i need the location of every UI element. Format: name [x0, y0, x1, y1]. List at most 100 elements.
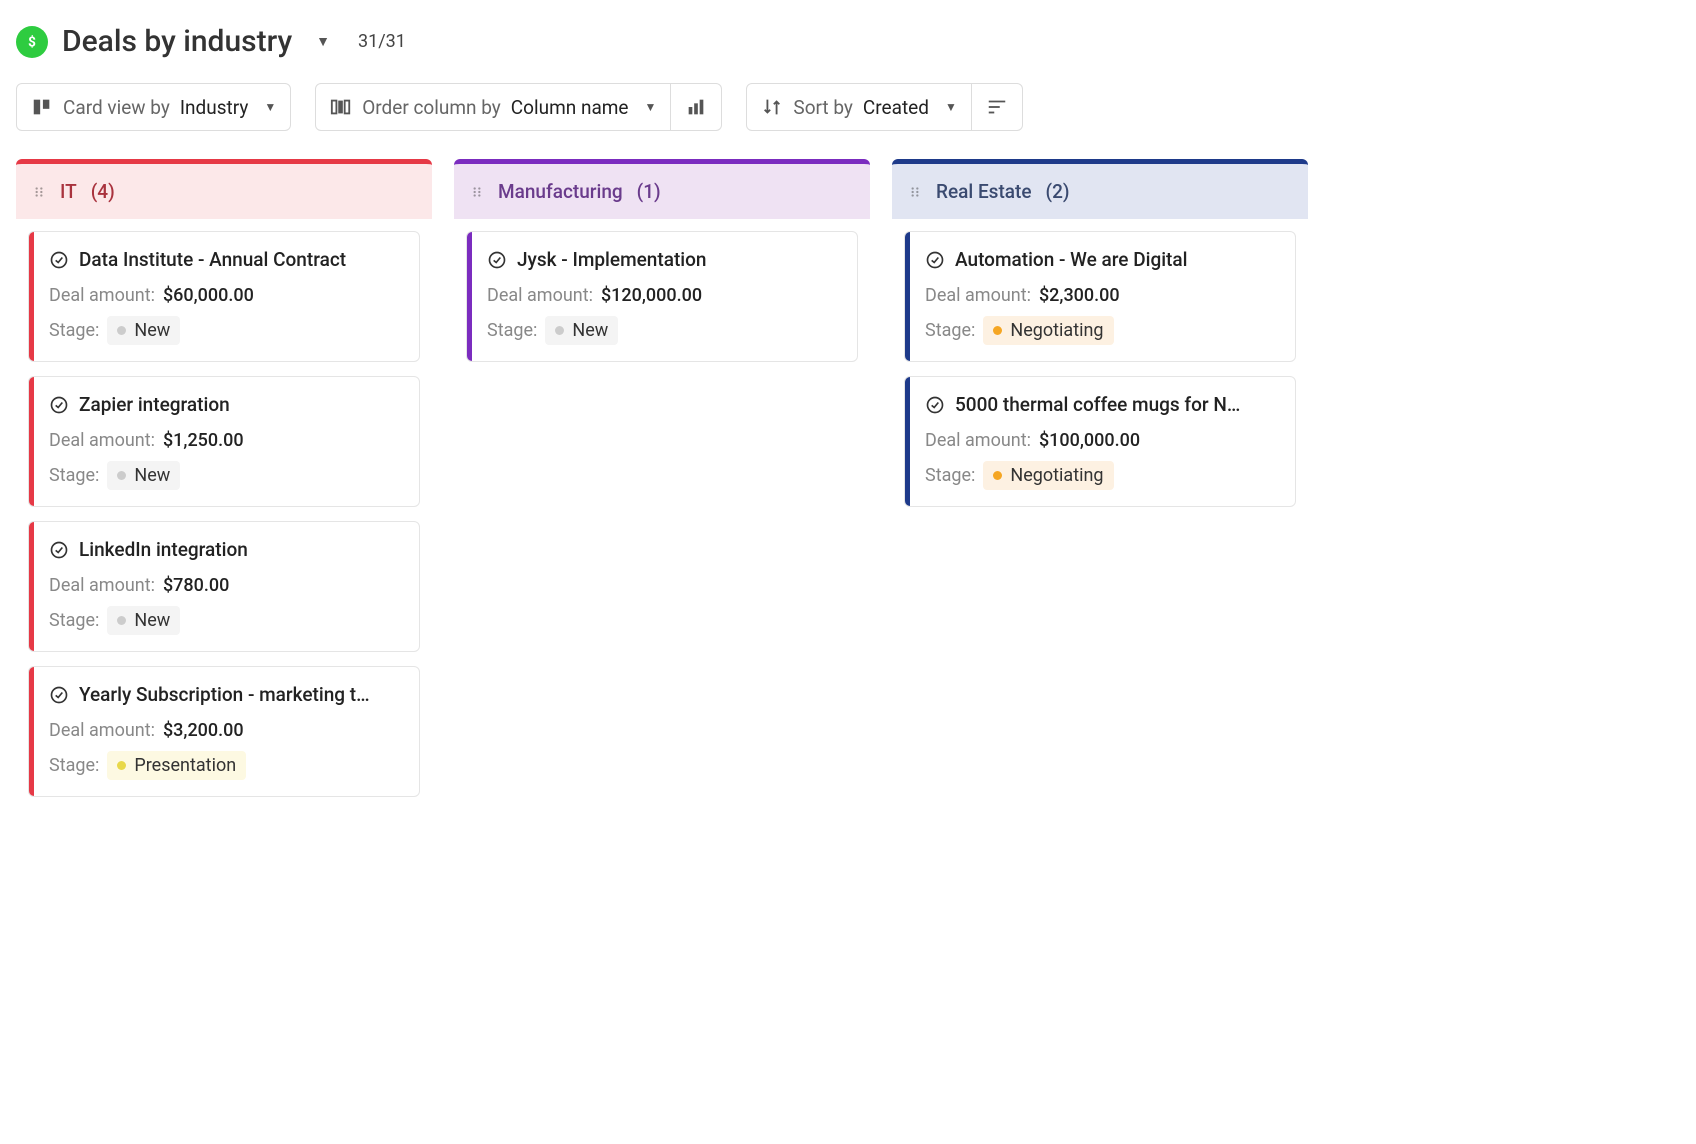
card-view-value: Industry — [180, 96, 248, 119]
stage-pill: New — [107, 461, 180, 490]
sort-value: Created — [863, 96, 929, 119]
column-header[interactable]: Real Estate (2) — [892, 159, 1308, 219]
deal-card[interactable]: Yearly Subscription - marketing t… Deal a… — [28, 666, 420, 797]
column-title: Real Estate — [936, 180, 1032, 203]
toolbar: Card view by Industry ▼ Order column by … — [16, 83, 1680, 131]
column-mfg: Manufacturing(1) Jysk - Implementation Dea… — [454, 159, 870, 374]
deal-card[interactable]: Automation - We are Digital Deal amount: … — [904, 231, 1296, 362]
deal-amount-label: Deal amount: — [49, 285, 155, 306]
card-title: Automation - We are Digital — [955, 248, 1187, 271]
chart-toggle[interactable] — [671, 83, 722, 131]
stage-dot-icon — [117, 326, 126, 335]
deal-amount-field: Deal amount: $100,000.00 — [925, 430, 1279, 451]
columns-icon — [330, 96, 352, 118]
card-title: Zapier integration — [79, 393, 230, 416]
stage-value: Negotiating — [1010, 465, 1103, 486]
column-count: (1) — [637, 180, 661, 203]
stage-dot-icon — [555, 326, 564, 335]
stage-label: Stage: — [925, 465, 975, 486]
card-title-row: LinkedIn integration — [49, 538, 403, 561]
sort-desc-icon — [986, 96, 1008, 118]
column-header[interactable]: IT(4) — [16, 159, 432, 219]
order-selector[interactable]: Order column by Column name ▼ — [315, 83, 671, 131]
stage-field: Stage: New — [49, 461, 403, 490]
card-title-row: 5000 thermal coffee mugs for N… — [925, 393, 1279, 416]
deal-card[interactable]: Jysk - Implementation Deal amount: $120,0… — [466, 231, 858, 362]
deal-amount-label: Deal amount: — [925, 430, 1031, 451]
column-body: Automation - We are Digital Deal amount: … — [892, 219, 1308, 519]
stage-pill: Negotiating — [983, 316, 1113, 345]
column-body: Data Institute - Annual Contract Deal amo… — [16, 219, 432, 809]
deal-amount-label: Deal amount: — [925, 285, 1031, 306]
deal-amount-value: $3,200.00 — [163, 720, 244, 741]
deal-amount-value: $100,000.00 — [1039, 430, 1140, 451]
deal-card[interactable]: 5000 thermal coffee mugs for N… Deal amou… — [904, 376, 1296, 507]
deal-amount-label: Deal amount: — [49, 430, 155, 451]
card-title-row: Automation - We are Digital — [925, 248, 1279, 271]
deal-amount-value: $120,000.00 — [601, 285, 702, 306]
card-view-selector[interactable]: Card view by Industry ▼ — [16, 83, 291, 131]
stage-label: Stage: — [487, 320, 537, 341]
deal-card[interactable]: LinkedIn integration Deal amount: $780.00… — [28, 521, 420, 652]
deal-amount-field: Deal amount: $780.00 — [49, 575, 403, 596]
svg-text:$: $ — [28, 34, 36, 50]
card-view-label: Card view by — [63, 96, 170, 119]
column-it: IT(4) Data Institute - Annual Contract Dea… — [16, 159, 432, 809]
stage-value: Presentation — [134, 755, 236, 776]
page-title: Deals by industry — [62, 24, 292, 59]
order-label: Order column by — [362, 96, 501, 119]
stage-value: Negotiating — [1010, 320, 1103, 341]
title-dropdown-caret[interactable]: ▼ — [316, 33, 330, 50]
kanban-board: IT(4) Data Institute - Annual Contract Dea… — [16, 159, 1680, 809]
stage-field: Stage: New — [487, 316, 841, 345]
stage-label: Stage: — [49, 755, 99, 776]
stage-field: Stage: Negotiating — [925, 461, 1279, 490]
chevron-down-icon: ▼ — [264, 100, 276, 114]
stage-value: New — [572, 320, 608, 341]
record-count: 31/31 — [358, 31, 406, 52]
stage-value: New — [134, 610, 170, 631]
card-title: Data Institute - Annual Contract — [79, 248, 346, 271]
stage-dot-icon — [117, 761, 126, 770]
stage-field: Stage: New — [49, 316, 403, 345]
deal-card[interactable]: Zapier integration Deal amount: $1,250.00… — [28, 376, 420, 507]
stage-dot-icon — [993, 326, 1002, 335]
card-title: LinkedIn integration — [79, 538, 248, 561]
deal-card[interactable]: Data Institute - Annual Contract Deal amo… — [28, 231, 420, 362]
column-header[interactable]: Manufacturing(1) — [454, 159, 870, 219]
check-circle-icon — [925, 395, 945, 415]
bar-chart-icon — [685, 96, 707, 118]
column-body: Jysk - Implementation Deal amount: $120,0… — [454, 219, 870, 374]
stage-field: Stage: Presentation — [49, 751, 403, 780]
order-value: Column name — [511, 96, 629, 119]
check-circle-icon — [487, 250, 507, 270]
check-circle-icon — [49, 540, 69, 560]
chevron-down-icon: ▼ — [645, 100, 657, 114]
sort-icon — [761, 96, 783, 118]
deal-amount-field: Deal amount: $3,200.00 — [49, 720, 403, 741]
check-circle-icon — [49, 685, 69, 705]
deal-amount-value: $2,300.00 — [1039, 285, 1120, 306]
column-re: Real Estate (2) Automation - We are Digita… — [892, 159, 1308, 519]
sort-selector[interactable]: Sort by Created ▼ — [746, 83, 971, 131]
stage-field: Stage: Negotiating — [925, 316, 1279, 345]
deal-amount-field: Deal amount: $2,300.00 — [925, 285, 1279, 306]
column-count: (2) — [1046, 180, 1070, 203]
check-circle-icon — [925, 250, 945, 270]
stage-label: Stage: — [49, 610, 99, 631]
drag-handle-icon[interactable] — [32, 185, 46, 199]
dollar-icon: $ — [16, 26, 48, 58]
stage-pill: New — [545, 316, 618, 345]
deal-amount-value: $60,000.00 — [163, 285, 254, 306]
sort-direction-toggle[interactable] — [972, 83, 1023, 131]
chevron-down-icon: ▼ — [945, 100, 957, 114]
card-title-row: Jysk - Implementation — [487, 248, 841, 271]
drag-handle-icon[interactable] — [470, 185, 484, 199]
drag-handle-icon[interactable] — [908, 185, 922, 199]
deal-amount-field: Deal amount: $1,250.00 — [49, 430, 403, 451]
card-title-row: Yearly Subscription - marketing t… — [49, 683, 403, 706]
stage-field: Stage: New — [49, 606, 403, 635]
stage-dot-icon — [117, 471, 126, 480]
deal-amount-field: Deal amount: $120,000.00 — [487, 285, 841, 306]
card-title-row: Zapier integration — [49, 393, 403, 416]
